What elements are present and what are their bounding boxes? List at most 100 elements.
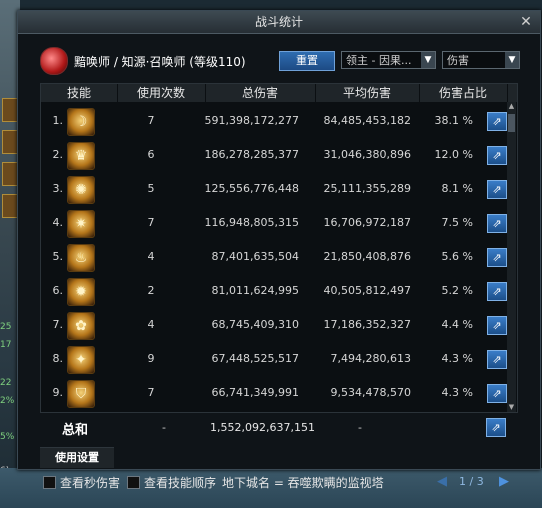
share-icon[interactable]: ⇗ — [487, 180, 507, 199]
rank: 8. — [52, 352, 64, 365]
table-row: 2. ♛ 6 186,278,285,377 31,046,380,896 12… — [41, 138, 517, 172]
mode-select-value: 伤害 — [447, 54, 469, 67]
column-header-count[interactable]: 使用次数 — [117, 84, 206, 102]
damage-share: 5.6 % — [441, 250, 473, 263]
rank: 6. — [52, 284, 64, 297]
use-count: 7 — [147, 386, 155, 399]
damage-share: 4.3 % — [441, 352, 473, 365]
bg-stat: 2% — [0, 396, 15, 406]
use-count: 9 — [147, 352, 155, 365]
reset-button[interactable]: 重置 — [279, 51, 335, 71]
item-slot[interactable] — [2, 162, 18, 186]
rank: 5. — [52, 250, 64, 263]
table-row: 9. ⛉ 7 66,741,349,991 9,534,478,570 4.3 … — [41, 376, 517, 410]
total-damage: 67,448,525,517 — [211, 352, 299, 365]
mode-select[interactable]: 伤害 ▼ — [442, 51, 520, 69]
slash-icon: ✦ — [67, 346, 95, 374]
table-row: 1. ☽ 7 591,398,172,277 84,485,453,182 38… — [41, 104, 517, 138]
table-row: 8. ✦ 9 67,448,525,517 7,494,280,613 4.3 … — [41, 342, 517, 376]
total-damage: 116,948,805,315 — [204, 216, 299, 229]
column-header-average[interactable]: 平均伤害 — [315, 84, 420, 102]
item-slot[interactable] — [2, 98, 18, 122]
rank: 7. — [52, 318, 64, 331]
table-row: 7. ✿ 4 68,745,409,310 17,186,352,327 4.4… — [41, 308, 517, 342]
scroll-down-icon[interactable]: ▼ — [507, 403, 516, 412]
table-row: 4. ✷ 7 116,948,805,315 16,706,972,187 7.… — [41, 206, 517, 240]
share-icon[interactable]: ⇗ — [487, 282, 507, 301]
flower-icon: ✿ — [67, 312, 95, 340]
damage-share: 8.1 % — [441, 182, 473, 195]
chevron-down-icon: ▼ — [421, 52, 435, 68]
damage-table: 技能 使用次数 总伤害 平均伤害 伤害占比 1. ☽ 7 591,398,172… — [40, 83, 518, 413]
share-icon[interactable]: ⇗ — [487, 112, 507, 131]
share-icon[interactable]: ⇗ — [487, 248, 507, 267]
target-select[interactable]: 领主 - 因果... ▼ — [341, 51, 436, 69]
character-info: 黯唤师 / 知源·召唤师 (等级110) — [74, 55, 246, 69]
table-row: 3. ✺ 5 125,556,776,448 25,111,355,289 8.… — [41, 172, 517, 206]
show-order-checkbox[interactable] — [127, 476, 140, 489]
table-row: 5. ♨ 4 87,401,635,504 21,850,408,876 5.6… — [41, 240, 517, 274]
rank: 2. — [52, 148, 64, 161]
total-damage: 66,741,349,991 — [211, 386, 299, 399]
average-damage: 40,505,812,497 — [323, 284, 411, 297]
share-icon[interactable]: ⇗ — [487, 384, 507, 403]
bg-stat: 5% — [0, 432, 15, 442]
show-dps-checkbox[interactable] — [43, 476, 56, 489]
damage-share: 4.3 % — [441, 386, 473, 399]
dungeon-name: 地下城名 = 吞噬欺瞒的监视塔 — [222, 476, 384, 490]
summary-total: 1,552,092,637,151 — [210, 421, 315, 434]
tab-usage-settings[interactable]: 使用设置 — [40, 447, 114, 468]
total-damage: 591,398,172,277 — [204, 114, 299, 127]
close-button[interactable]: ✕ — [518, 14, 534, 30]
share-icon[interactable]: ⇗ — [487, 146, 507, 165]
bg-stat: 25 — [0, 322, 12, 332]
page-next-icon[interactable]: ▶ — [499, 474, 509, 489]
damage-share: 5.2 % — [441, 284, 473, 297]
window-titlebar[interactable]: 战斗统计 — [18, 11, 540, 34]
avatar — [40, 47, 68, 75]
summary-count: - — [162, 421, 166, 434]
summary-row: 总和 - 1,552,092,637,151 - ⇗ — [40, 413, 516, 441]
column-header-total[interactable]: 总伤害 — [205, 84, 316, 102]
use-count: 7 — [147, 114, 155, 127]
damage-share: 12.0 % — [434, 148, 473, 161]
starburst-icon: ✷ — [67, 210, 95, 238]
average-damage: 31,046,380,896 — [323, 148, 411, 161]
show-order-label: 查看技能顺序 — [144, 476, 217, 490]
column-header-skill[interactable]: 技能 — [41, 84, 118, 102]
use-count: 4 — [147, 318, 155, 331]
average-damage: 25,111,355,289 — [323, 182, 411, 195]
rank: 3. — [52, 182, 64, 195]
page-prev-icon[interactable]: ◀ — [437, 474, 447, 489]
table-row: 6. ✹ 2 81,011,624,995 40,505,812,497 5.2… — [41, 274, 517, 308]
total-damage: 87,401,635,504 — [211, 250, 299, 263]
average-damage: 7,494,280,613 — [330, 352, 411, 365]
page-indicator: 1 / 3 — [459, 475, 484, 488]
table-scrollbar[interactable]: ▲ ▼ — [507, 102, 516, 412]
damage-share: 4.4 % — [441, 318, 473, 331]
chevron-down-icon: ▼ — [505, 52, 519, 68]
average-damage: 84,485,453,182 — [323, 114, 411, 127]
share-icon[interactable]: ⇗ — [487, 214, 507, 233]
window-title: 战斗统计 — [254, 15, 303, 29]
bg-stat: 22 — [0, 378, 12, 388]
use-count: 5 — [147, 182, 155, 195]
flame-icon: ♨ — [67, 244, 95, 272]
item-slot[interactable] — [2, 130, 18, 154]
use-count: 2 — [147, 284, 155, 297]
table-header: 技能 使用次数 总伤害 平均伤害 伤害占比 — [41, 84, 517, 102]
share-icon[interactable]: ⇗ — [486, 418, 506, 437]
damage-share: 7.5 % — [441, 216, 473, 229]
column-header-share[interactable]: 伤害占比 — [419, 84, 508, 102]
item-slot[interactable] — [2, 194, 18, 218]
target-select-value: 领主 - 因果... — [346, 54, 412, 67]
character-header: 黯唤师 / 知源·召唤师 (等级110) 重置 领主 - 因果... ▼ 伤害 … — [18, 35, 540, 85]
scroll-thumb[interactable] — [508, 114, 515, 132]
share-icon[interactable]: ⇗ — [487, 350, 507, 369]
scroll-up-icon[interactable]: ▲ — [507, 102, 516, 111]
use-count: 7 — [147, 216, 155, 229]
rank: 9. — [52, 386, 64, 399]
share-icon[interactable]: ⇗ — [487, 316, 507, 335]
average-damage: 21,850,408,876 — [323, 250, 411, 263]
average-damage: 16,706,972,187 — [323, 216, 411, 229]
